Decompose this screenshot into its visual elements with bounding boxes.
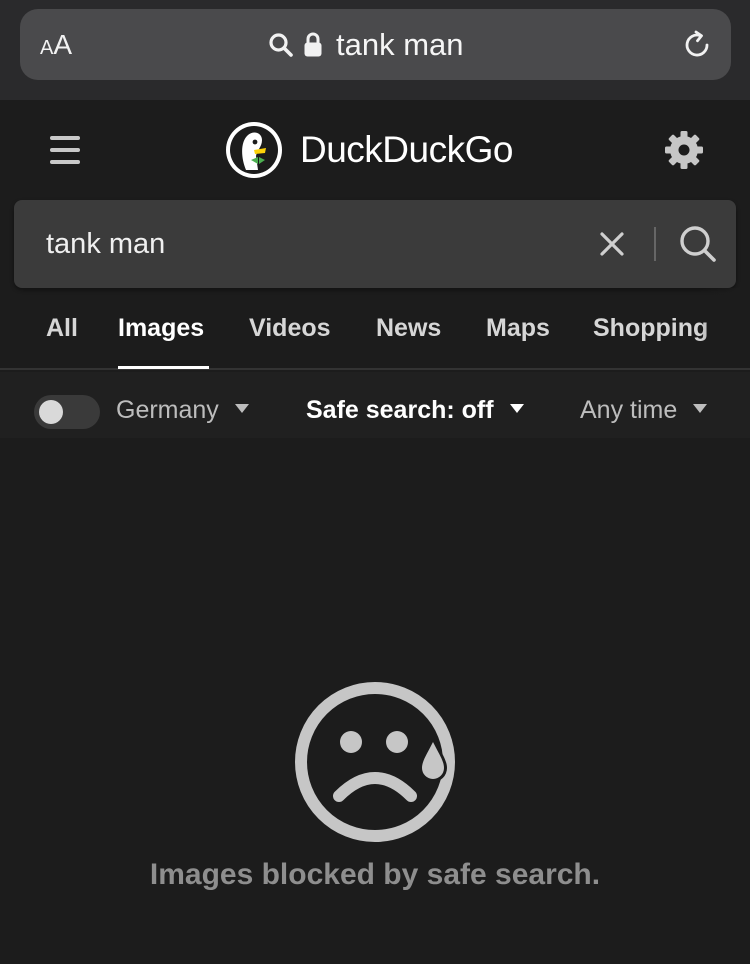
brand-name: DuckDuckGo (300, 129, 513, 170)
url-display[interactable]: tank man (268, 25, 464, 65)
time-label: Any time (580, 396, 678, 424)
search-input[interactable]: tank man (14, 200, 736, 288)
caret-down-icon (693, 404, 708, 413)
tab-maps[interactable]: Maps (486, 314, 550, 343)
reload-icon[interactable] (681, 29, 713, 61)
active-tab-indicator (118, 366, 209, 369)
tabs-overflow-fade (700, 288, 750, 368)
duck-logo-icon (226, 122, 282, 178)
blocked-message: Images blocked by safe search. (149, 858, 601, 891)
tab-images[interactable]: Images (118, 314, 204, 343)
search-submit-icon[interactable] (678, 224, 718, 264)
tab-shopping[interactable]: Shopping (593, 314, 708, 343)
caret-down-icon (234, 404, 249, 413)
safe-search-label: Safe search: off (306, 396, 494, 424)
search-query[interactable]: tank man (46, 228, 165, 261)
region-dropdown[interactable]: Germany (116, 396, 249, 425)
search-divider (654, 227, 656, 261)
tab-news[interactable]: News (376, 314, 441, 343)
site-header: DuckDuckGo (0, 100, 750, 200)
toggle-knob (39, 400, 63, 424)
menu-icon[interactable] (50, 136, 80, 164)
text-size-small-glyph: A (40, 37, 54, 59)
sad-face-icon (295, 682, 455, 842)
region-label: Germany (116, 396, 219, 424)
tab-videos[interactable]: Videos (249, 314, 331, 343)
text-size-button[interactable]: A A (40, 29, 73, 60)
search-type-tabs: All Images Videos News Maps Shopping (0, 288, 750, 370)
url-text: tank man (336, 27, 464, 62)
filter-bar: Germany Safe search: off Any time (0, 372, 750, 438)
time-dropdown[interactable]: Any time (580, 396, 708, 425)
settings-gear-icon[interactable] (664, 130, 704, 170)
safe-search-dropdown[interactable]: Safe search: off (306, 396, 524, 425)
text-size-large-glyph: A (53, 29, 73, 60)
address-bar[interactable]: A A tank man (20, 9, 731, 80)
ddg-logo[interactable]: DuckDuckGo (224, 120, 513, 180)
caret-down-icon (509, 404, 524, 413)
browser-toolbar: A A tank man (0, 0, 750, 100)
tab-all[interactable]: All (46, 314, 78, 343)
search-icon (269, 33, 293, 57)
region-toggle[interactable] (34, 395, 100, 429)
clear-icon[interactable] (598, 230, 626, 258)
lock-icon (304, 32, 322, 57)
